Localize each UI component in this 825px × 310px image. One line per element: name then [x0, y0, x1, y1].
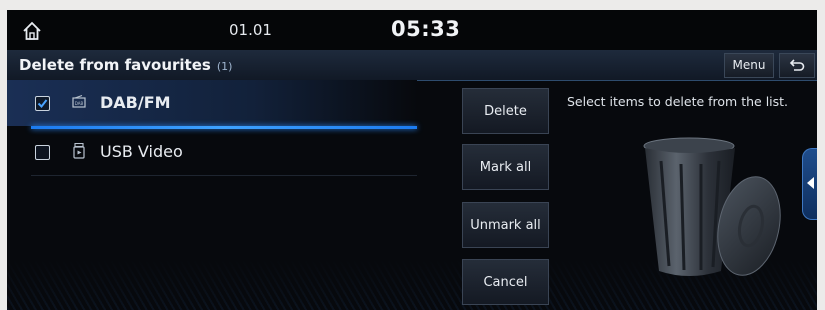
chevron-left-icon: [807, 177, 814, 189]
selected-count: (1): [216, 60, 233, 73]
list-item[interactable]: USB Video: [7, 129, 417, 175]
checkbox-checked[interactable]: [35, 96, 50, 111]
page-title: Delete from favourites (1): [19, 56, 232, 74]
radio-icon: DAB: [72, 94, 86, 110]
unmark-all-button[interactable]: Unmark all: [462, 202, 549, 248]
back-button[interactable]: [779, 53, 815, 78]
status-clock: 05:33: [391, 17, 461, 41]
checkbox-unchecked[interactable]: [35, 145, 50, 160]
list-item-label: DAB/FM: [100, 93, 171, 112]
svg-text:DAB: DAB: [75, 101, 84, 106]
trash-can-icon: [637, 136, 787, 290]
mark-all-button[interactable]: Mark all: [462, 144, 549, 190]
delete-button[interactable]: Delete: [462, 88, 549, 134]
list-item-label: USB Video: [100, 142, 183, 161]
side-panel-tab[interactable]: [802, 148, 817, 220]
screen: 01.01 05:33 Delete from favourites (1) Me…: [7, 10, 817, 310]
cancel-button[interactable]: Cancel: [462, 259, 549, 305]
usb-video-icon: [72, 142, 86, 159]
back-arrow-icon: [789, 59, 805, 71]
title-bar: Delete from favourites (1) Menu: [7, 50, 817, 81]
page-title-text: Delete from favourites: [19, 56, 211, 74]
list-divider: [31, 175, 417, 176]
status-bar: 01.01 05:33: [7, 10, 817, 50]
home-icon[interactable]: [21, 20, 43, 42]
help-text: Select items to delete from the list.: [567, 94, 789, 109]
status-date: 01.01: [229, 21, 272, 39]
menu-button[interactable]: Menu: [724, 53, 774, 78]
list-item[interactable]: DAB DAB/FM: [7, 80, 417, 126]
